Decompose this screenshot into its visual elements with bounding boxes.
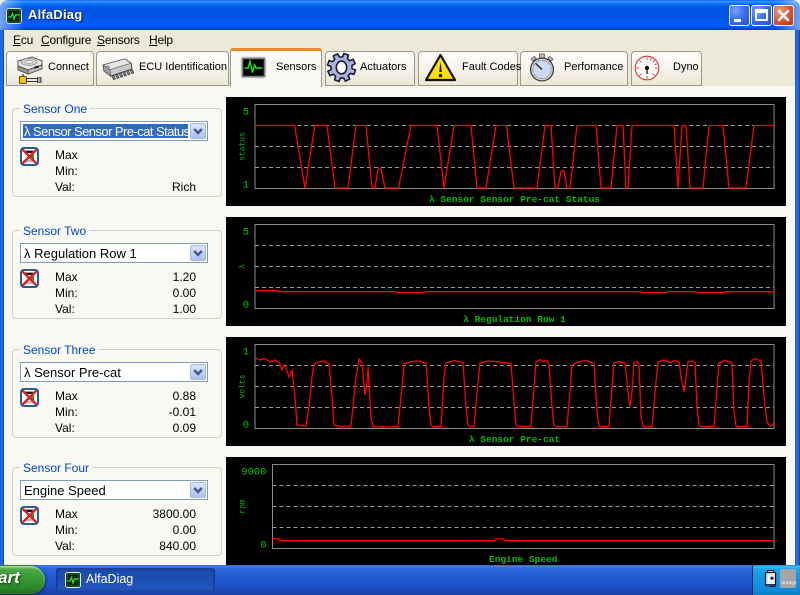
svg-text:λ Regulation Row 1: λ Regulation Row 1 xyxy=(463,314,566,325)
svg-text:5: 5 xyxy=(242,107,248,119)
svg-text:λ Sensor Sensor Pre-cat Status: λ Sensor Sensor Pre-cat Status xyxy=(428,194,599,205)
svg-text:status: status xyxy=(238,132,247,161)
svg-text:0: 0 xyxy=(242,300,248,312)
svg-text:5: 5 xyxy=(242,227,248,239)
svg-text:λ: λ xyxy=(238,264,247,269)
svg-text:1: 1 xyxy=(242,180,248,192)
svg-text:0: 0 xyxy=(242,420,248,432)
svg-text:volts: volts xyxy=(238,374,247,398)
svg-text:0: 0 xyxy=(260,540,266,552)
svg-text:1: 1 xyxy=(242,347,248,359)
svg-text:Engine Speed: Engine Speed xyxy=(489,554,558,565)
svg-text:rpm: rpm xyxy=(238,499,247,514)
svg-text:9000: 9000 xyxy=(241,467,266,479)
svg-text:λ Sensor Pre-cat: λ Sensor Pre-cat xyxy=(468,434,559,445)
